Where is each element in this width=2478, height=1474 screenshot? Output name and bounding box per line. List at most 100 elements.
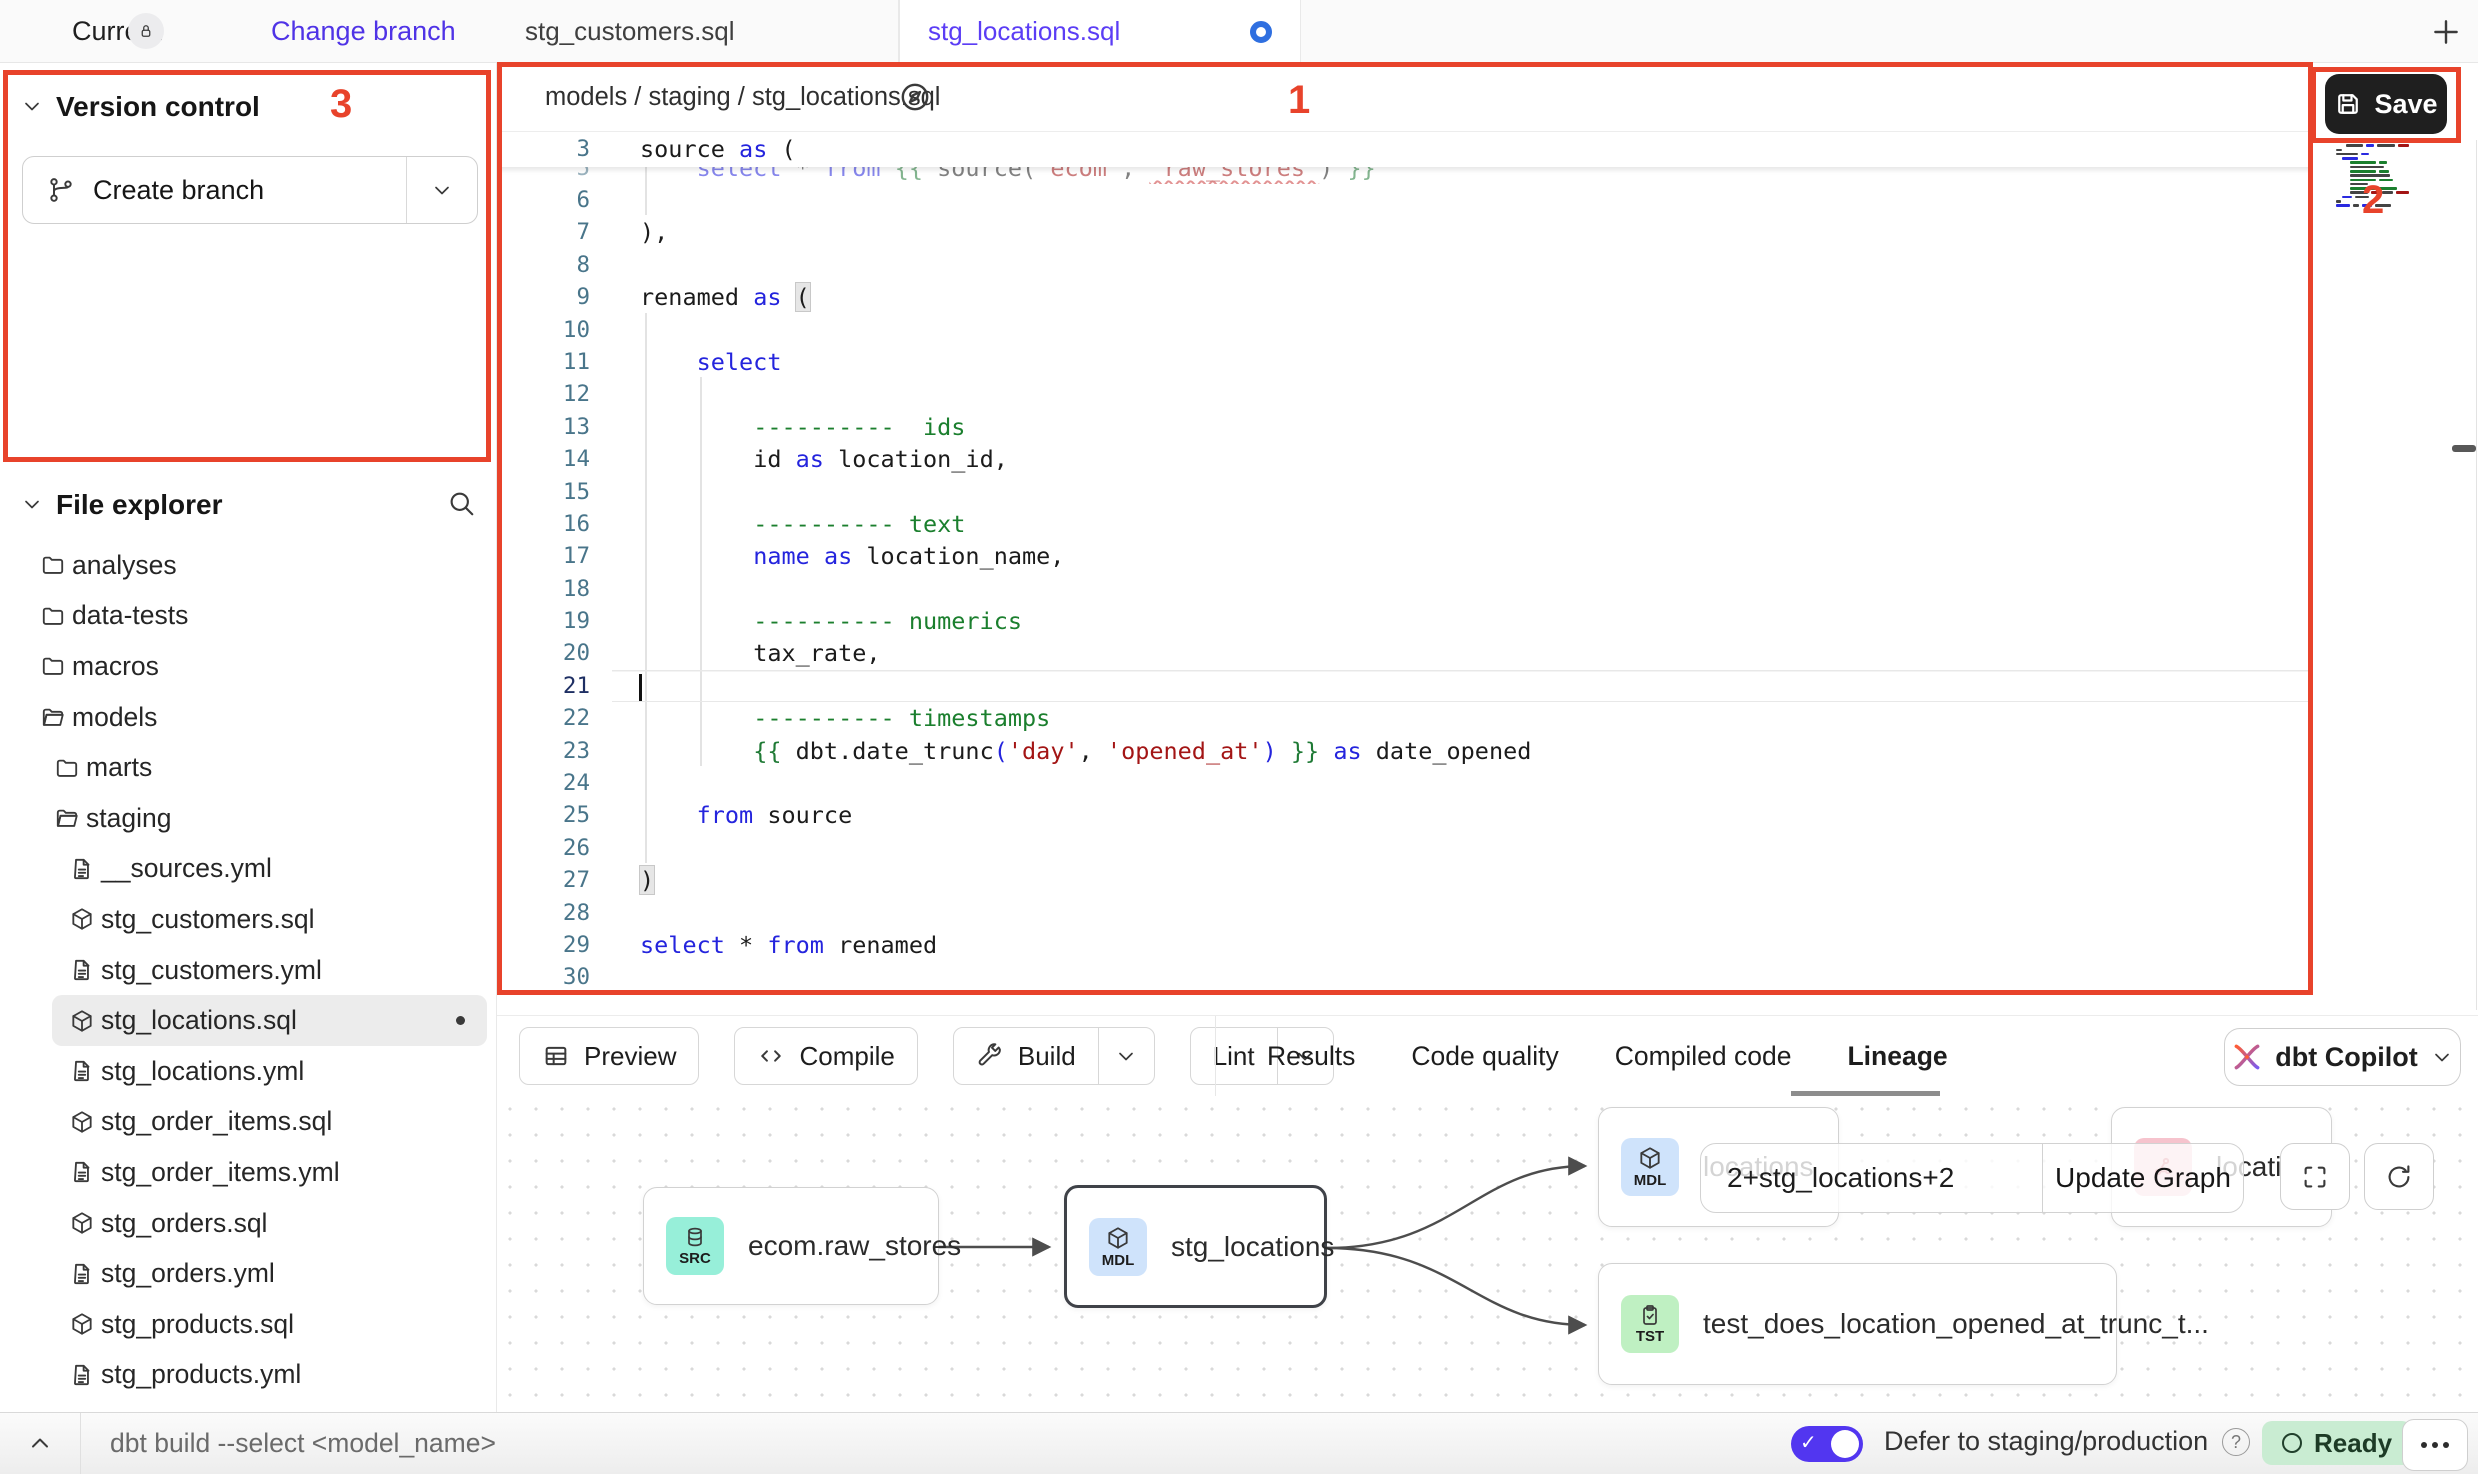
file-tree-item-models[interactable]: models	[0, 692, 497, 743]
file-tree-item-stg_order_items.sql[interactable]: stg_order_items.sql	[0, 1097, 497, 1148]
file-tree-item-stg_customers.yml[interactable]: stg_customers.yml	[0, 945, 497, 996]
lineage-canvas[interactable]: SRC ecom.raw_stores MDL stg_locations MD…	[497, 1096, 2478, 1412]
code-line-5[interactable]: 5 select * from {{ source('ecom', 'raw_s…	[497, 167, 2313, 184]
code-line-17[interactable]: 17 name as location_name,	[497, 540, 2313, 572]
file-explorer-collapse-icon[interactable]	[20, 492, 44, 516]
new-tab-button[interactable]	[2426, 12, 2466, 52]
compile-button[interactable]: Compile	[734, 1027, 917, 1085]
defer-toggle[interactable]: ✓	[1791, 1426, 1863, 1462]
search-icon[interactable]	[446, 488, 476, 518]
file-name: stg_products.sql	[101, 1309, 294, 1340]
create-branch-main[interactable]: Create branch	[23, 157, 406, 223]
file-tree-item-staging[interactable]: staging	[0, 793, 497, 844]
code-line-28[interactable]: 28	[497, 897, 2313, 929]
file-name: stg_orders.sql	[101, 1208, 267, 1239]
preview-main[interactable]: Preview	[520, 1028, 698, 1084]
selector-input[interactable]: 2+stg_locations+2	[1701, 1144, 2042, 1212]
lineage-node-source[interactable]: SRC ecom.raw_stores	[643, 1187, 939, 1305]
code-line-21[interactable]: 21	[497, 670, 2313, 702]
file-tree-item-stg_orders.yml[interactable]: stg_orders.yml	[0, 1248, 497, 1299]
ready-status-badge[interactable]: Ready	[2262, 1421, 2412, 1465]
change-branch-link[interactable]: Change branch	[271, 16, 456, 47]
editor-tabs: stg_customers.sqlstg_locations.sql	[497, 0, 1301, 62]
expand-command-bar-icon[interactable]	[26, 1429, 54, 1457]
code-line-24[interactable]: 24	[497, 767, 2313, 799]
code-line-19[interactable]: 19 ---------- numerics	[497, 605, 2313, 637]
file-tree-item-stg_customers.sql[interactable]: stg_customers.sql	[0, 894, 497, 945]
file-health-icon[interactable]	[893, 75, 937, 119]
refresh-button[interactable]	[2364, 1143, 2434, 1210]
line-number: 13	[497, 411, 612, 443]
tab-stg_locations.sql[interactable]: stg_locations.sql	[899, 0, 1301, 63]
folder-icon	[40, 552, 66, 578]
code-line-12[interactable]: 12	[497, 378, 2313, 410]
create-branch-dropdown[interactable]	[406, 157, 477, 223]
compass-icon	[898, 80, 932, 114]
help-icon[interactable]: ?	[2222, 1428, 2250, 1456]
code-line-27[interactable]: 27)	[497, 864, 2313, 896]
code-line-29[interactable]: 29select * from renamed	[497, 929, 2313, 961]
code-editor[interactable]: 3source as ( 5 select * from {{ source('…	[497, 132, 2313, 995]
code-line-20[interactable]: 20 tax_rate,	[497, 637, 2313, 669]
dbt-copilot-button[interactable]: dbt Copilot	[2224, 1028, 2461, 1086]
file-tree-item-stg_locations.sql[interactable]: stg_locations.sql	[52, 995, 487, 1046]
tab-compiled-code[interactable]: Compiled code	[1615, 1041, 1792, 1072]
tab-results[interactable]: Results	[1267, 1041, 1355, 1072]
update-graph-button[interactable]: Update Graph	[2043, 1144, 2243, 1212]
more-options-button[interactable]	[2402, 1419, 2468, 1471]
compile-main[interactable]: Compile	[735, 1028, 916, 1084]
minimap[interactable]	[2332, 140, 2412, 209]
folder-icon	[40, 603, 66, 629]
code-line-26[interactable]: 26	[497, 832, 2313, 864]
code-line-15[interactable]: 15	[497, 476, 2313, 508]
file-tree-item-stg_products.yml[interactable]: stg_products.yml	[0, 1350, 497, 1401]
build-dropdown[interactable]	[1098, 1028, 1154, 1084]
file-tree-item-stg_products.sql[interactable]: stg_products.sql	[0, 1299, 497, 1350]
line-number: 18	[497, 573, 612, 605]
file-tree-item-stg_orders.sql[interactable]: stg_orders.sql	[0, 1198, 497, 1249]
tab-lineage[interactable]: Lineage	[1847, 1041, 1947, 1072]
create-branch-button[interactable]: Create branch	[22, 156, 478, 224]
save-button[interactable]: Save	[2325, 74, 2447, 134]
code-line-18[interactable]: 18	[497, 573, 2313, 605]
file-tree-item-analyses[interactable]: analyses	[0, 540, 497, 591]
code-line-25[interactable]: 25 from source	[497, 799, 2313, 831]
tab-code-quality[interactable]: Code quality	[1411, 1041, 1558, 1072]
preview-button[interactable]: Preview	[519, 1027, 699, 1085]
fullscreen-button[interactable]	[2280, 1143, 2350, 1210]
file-tree-item-stg_locations.yml[interactable]: stg_locations.yml	[0, 1046, 497, 1097]
file-tree-item-data-tests[interactable]: data-tests	[0, 591, 497, 642]
modified-dot	[456, 1016, 465, 1025]
lineage-node-stg-locations[interactable]: MDL stg_locations	[1064, 1185, 1327, 1308]
build-button[interactable]: Build	[953, 1027, 1155, 1085]
command-input[interactable]: dbt build --select <model_name>	[110, 1428, 496, 1459]
code-line-22[interactable]: 22 ---------- timestamps	[497, 702, 2313, 734]
file-tree-item-marts[interactable]: marts	[0, 742, 497, 793]
code-line-8[interactable]: 8	[497, 249, 2313, 281]
code-line-10[interactable]: 10	[497, 314, 2313, 346]
code-line-14[interactable]: 14 id as location_id,	[497, 443, 2313, 475]
code-line-13[interactable]: 13 ---------- ids	[497, 411, 2313, 443]
folder-open-icon	[54, 805, 80, 831]
code-line-16[interactable]: 16 ---------- text	[497, 508, 2313, 540]
code-line-30[interactable]: 30	[497, 961, 2313, 993]
file-name: marts	[86, 752, 152, 783]
file-tree-item-stg_order_items.yml[interactable]: stg_order_items.yml	[0, 1147, 497, 1198]
code-line-3[interactable]: 3source as (	[497, 132, 2313, 167]
lineage-node-test[interactable]: TST test_does_location_opened_at_trunc_t…	[1598, 1263, 2117, 1385]
build-main[interactable]: Build	[954, 1028, 1098, 1084]
file-tree-item-__sources.yml[interactable]: __sources.yml	[0, 844, 497, 895]
code-line-11[interactable]: 11 select	[497, 346, 2313, 378]
text-cursor	[639, 674, 642, 701]
panel-resize-handle[interactable]	[2452, 445, 2476, 452]
line-number: 30	[497, 961, 612, 993]
tab-stg_customers.sql[interactable]: stg_customers.sql	[497, 0, 899, 62]
code-line-9[interactable]: 9renamed as (	[497, 281, 2313, 313]
version-control-collapse-icon[interactable]	[20, 94, 44, 118]
code-line-7[interactable]: 7),	[497, 216, 2313, 248]
code-lines[interactable]: 67),89renamed as (1011 select1213 ------…	[497, 184, 2313, 994]
file-tree-item-macros[interactable]: macros	[0, 641, 497, 692]
code-line-23[interactable]: 23 {{ dbt.date_trunc('day', 'opened_at')…	[497, 735, 2313, 767]
lint-main[interactable]: Lint	[1191, 1028, 1277, 1084]
code-line-6[interactable]: 6	[497, 184, 2313, 216]
